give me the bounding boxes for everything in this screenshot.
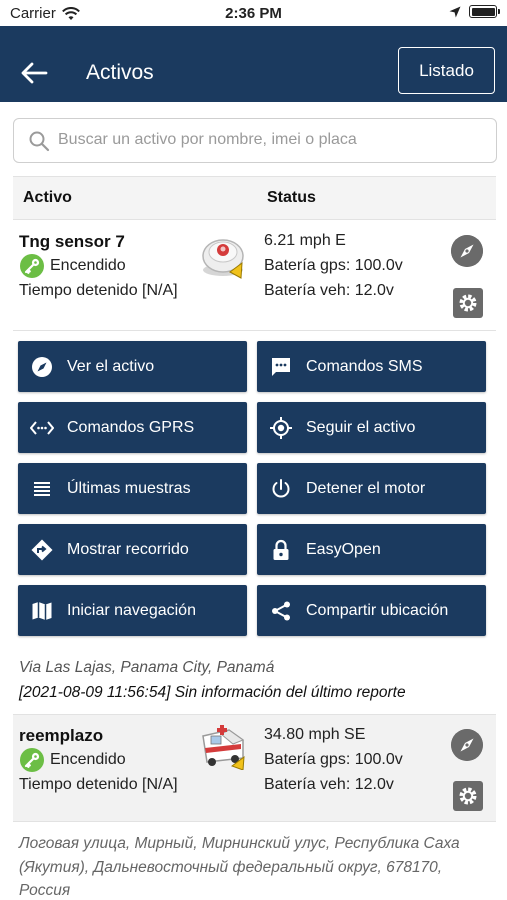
status-bar: Carrier 2:36 PM [0,0,507,26]
power-icon [272,478,290,497]
asset-stopped-time: Tiempo detenido [N/A] [19,776,178,793]
share-location-label: Compartir ubicación [306,601,449,619]
list-button[interactable]: Listado [398,47,495,94]
asset-name: Tng sensor 7 [19,232,125,251]
asset-address: Логовая улица, Мирный, Мирнинский улус, … [19,835,460,899]
key-icon [20,254,44,278]
compass-icon[interactable] [451,729,483,761]
location-arrow-icon [449,6,461,17]
last-report: [2021-08-09 11:56:54] Sin información de… [19,684,406,701]
gprs-commands-label: Comandos GPRS [67,418,195,436]
gear-icon[interactable] [453,781,483,811]
crosshair-icon [270,416,292,439]
ambulance-icon [202,725,245,770]
stop-engine-button[interactable]: Detener el motor [257,463,486,514]
latest-samples-button[interactable]: Últimas muestras [18,463,247,514]
sensor-device-icon [202,239,244,279]
asset-row[interactable]: reemplazo Encendido Tiempo detenido [N/A… [13,714,496,822]
table-header: Activo Status [13,176,496,220]
search-bar[interactable] [13,118,497,163]
compass-icon[interactable] [451,235,483,267]
list-icon [34,481,50,496]
asset-actions-panel: Ver el activo Comandos SMS Comandos GPRS… [13,330,496,650]
battery-icon [469,5,500,18]
asset-name: reemplazo [19,726,104,745]
page-title: Activos [86,61,154,84]
asset-vehicle-battery: Batería veh: 12.0v [264,282,394,299]
status-time: 2:36 PM [225,5,282,22]
map-icon [32,601,52,620]
sms-commands-label: Comandos SMS [306,357,423,375]
asset-gps-battery: Batería gps: 100.0v [264,257,403,274]
asset-speed: 6.21 mph E [264,232,346,249]
asset-stopped-time: Tiempo detenido [N/A] [19,282,178,299]
show-route-label: Mostrar recorrido [67,540,189,558]
compass-icon [32,356,52,377]
asset-state: Encendido [50,257,126,274]
column-header-asset: Activo [23,189,72,206]
directions-icon [31,539,53,560]
back-arrow-icon[interactable] [20,62,48,84]
asset-state: Encendido [50,751,126,768]
column-header-status: Status [267,189,316,206]
follow-asset-label: Seguir el activo [306,418,416,436]
start-navigation-label: Iniciar navegación [67,601,196,619]
gprs-commands-button[interactable]: Comandos GPRS [18,402,247,453]
lock-icon [273,539,289,560]
asset-gps-battery: Batería gps: 100.0v [264,751,403,768]
code-arrows-icon [30,420,54,435]
view-asset-button[interactable]: Ver el activo [18,341,247,392]
share-icon [272,601,290,620]
start-navigation-button[interactable]: Iniciar navegación [18,585,247,636]
show-route-button[interactable]: Mostrar recorrido [18,524,247,575]
gear-icon[interactable] [453,288,483,318]
status-bar-right [449,5,500,18]
asset-row[interactable]: Tng sensor 7 Encendido Tiempo detenido [… [13,220,496,330]
search-icon [29,131,50,152]
stop-engine-label: Detener el motor [306,479,426,497]
navigation-bar: Activos Listado [0,26,507,102]
follow-asset-button[interactable]: Seguir el activo [257,402,486,453]
search-input[interactable] [58,125,488,155]
message-icon [272,357,290,376]
latest-samples-label: Últimas muestras [67,479,191,497]
easyopen-label: EasyOpen [306,540,381,558]
view-asset-label: Ver el activo [67,357,155,375]
easyopen-button[interactable]: EasyOpen [257,524,486,575]
asset-speed: 34.80 mph SE [264,726,366,743]
key-icon [20,748,44,772]
asset-address: Via Las Lajas, Panama City, Panamá [19,659,275,676]
sms-commands-button[interactable]: Comandos SMS [257,341,486,392]
share-location-button[interactable]: Compartir ubicación [257,585,486,636]
asset-vehicle-battery: Batería veh: 12.0v [264,776,394,793]
